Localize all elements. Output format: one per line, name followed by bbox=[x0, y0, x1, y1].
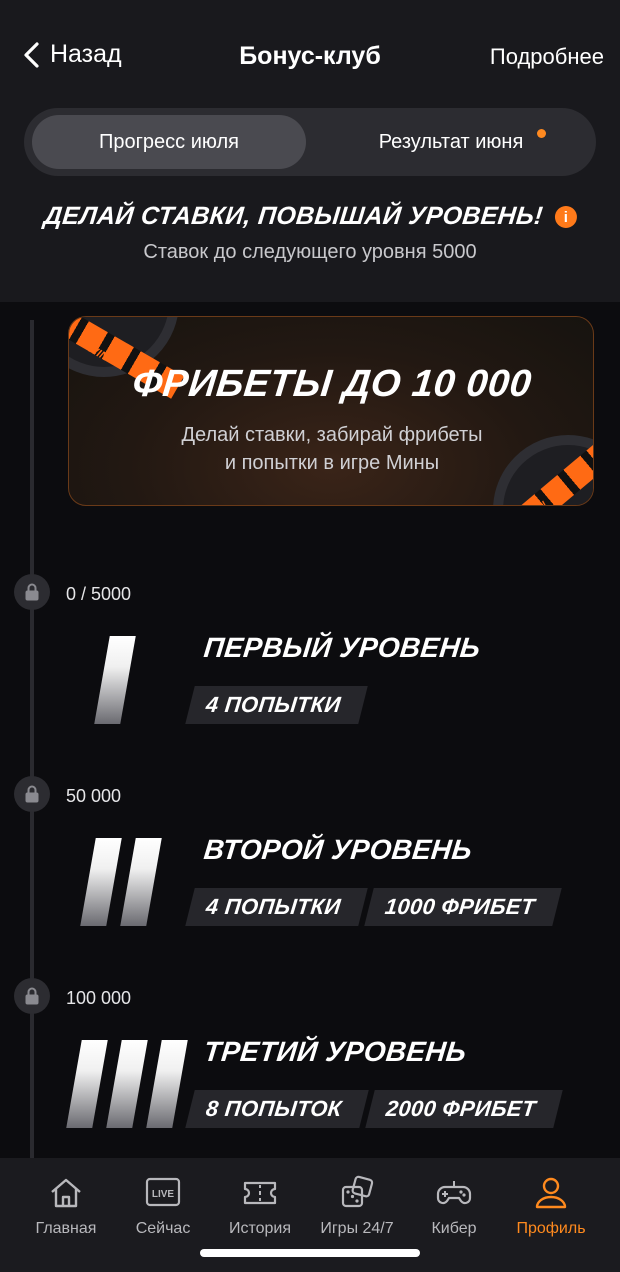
level-rewards: 4 ПОПЫТКИ bbox=[185, 686, 368, 724]
level-rewards: 8 ПОПЫТОК 2000 ФРИБЕТ bbox=[185, 1090, 563, 1128]
progress-timeline bbox=[30, 320, 34, 1160]
reward-tag: 4 ПОПЫТКИ bbox=[185, 686, 368, 724]
lock-icon bbox=[25, 987, 39, 1005]
tab-result-june[interactable]: Результат июня bbox=[314, 115, 588, 169]
level-callout: ДЕЛАЙ СТАВКИ, ПОВЫШАЙ УРОВЕНЬ! i Ставок … bbox=[0, 202, 620, 264]
reward-tag: 2000 ФРИБЕТ bbox=[364, 1090, 563, 1128]
level-title: ПЕРВЫЙ УРОВЕНЬ bbox=[202, 632, 482, 663]
ticket-icon bbox=[243, 1181, 277, 1205]
dice-icon bbox=[341, 1175, 374, 1208]
reward-tag: 1000 ФРИБЕТ bbox=[363, 888, 562, 926]
gamepad-icon bbox=[436, 1181, 472, 1205]
home-indicator[interactable] bbox=[200, 1249, 420, 1257]
lock-node bbox=[14, 776, 50, 812]
freebet-banner[interactable]: WIN WIN ФРИБЕТЫ ДО 10 000 Делай ставки, … bbox=[68, 316, 594, 506]
tab-label: Прогресс июля bbox=[99, 130, 239, 153]
level-threshold: 0 / 5000 bbox=[66, 584, 132, 604]
profile-icon bbox=[535, 1177, 567, 1209]
level-title: ВТОРОЙ УРОВЕНЬ bbox=[202, 834, 474, 865]
level-1-numeral bbox=[94, 636, 136, 724]
nav-games[interactable]: Игры 24/7 bbox=[307, 1174, 407, 1238]
lock-node bbox=[14, 574, 50, 610]
callout-subtitle: Ставок до следующего уровня 5000 bbox=[143, 241, 477, 263]
nav-live[interactable]: LIVE Сейчас bbox=[113, 1174, 213, 1238]
nav-home[interactable]: Главная bbox=[16, 1174, 116, 1238]
nav-cyber[interactable]: Кибер bbox=[404, 1174, 504, 1238]
home-icon bbox=[51, 1178, 81, 1208]
lock-icon bbox=[25, 785, 39, 803]
header: Назад Бонус-клуб Подробнее bbox=[0, 0, 620, 112]
banner-subtitle: Делай ставки, забирай фрибеты и попытки … bbox=[181, 424, 483, 474]
level-title: ТРЕТИЙ УРОВЕНЬ bbox=[202, 1036, 468, 1067]
banner-title: ФРИБЕТЫ ДО 10 000 bbox=[130, 363, 534, 405]
notification-dot bbox=[537, 129, 546, 138]
nav-profile[interactable]: Профиль bbox=[501, 1174, 601, 1238]
more-link[interactable]: Подробнее bbox=[490, 44, 604, 70]
tab-progress-july[interactable]: Прогресс июля bbox=[32, 115, 306, 169]
tab-label: Результат июня bbox=[378, 130, 524, 153]
lock-icon bbox=[25, 583, 39, 601]
callout-title-text: ДЕЛАЙ СТАВКИ, ПОВЫШАЙ УРОВЕНЬ! bbox=[42, 202, 544, 230]
lock-node bbox=[14, 978, 50, 1014]
info-icon[interactable]: i bbox=[554, 205, 577, 228]
nav-history[interactable]: История bbox=[210, 1174, 310, 1238]
level-2-numeral bbox=[80, 838, 162, 926]
level-rewards: 4 ПОПЫТКИ 1000 ФРИБЕТ bbox=[185, 888, 562, 926]
callout-title: ДЕЛАЙ СТАВКИ, ПОВЫШАЙ УРОВЕНЬ! i bbox=[42, 202, 578, 231]
level-threshold: 100 000 bbox=[66, 988, 132, 1008]
period-tabs: Прогресс июля Результат июня bbox=[24, 108, 596, 176]
level-3-numeral bbox=[66, 1040, 188, 1128]
live-icon: LIVE bbox=[145, 1177, 181, 1207]
level-threshold: 50 000 bbox=[66, 786, 122, 806]
reward-tag: 8 ПОПЫТОК bbox=[185, 1090, 369, 1128]
reward-tag: 4 ПОПЫТКИ bbox=[185, 888, 368, 926]
svg-text:LIVE: LIVE bbox=[152, 1189, 175, 1200]
